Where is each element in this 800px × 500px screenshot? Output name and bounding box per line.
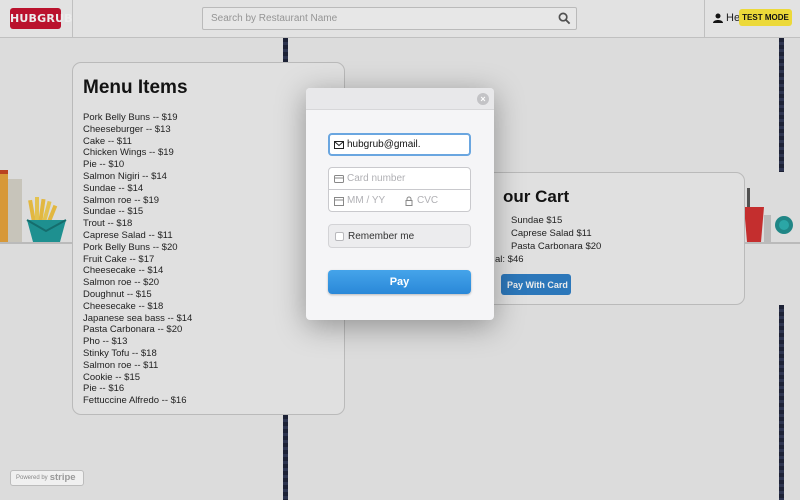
expiry-input[interactable] (347, 190, 397, 211)
remember-me-option[interactable]: Remember me (328, 224, 471, 248)
cvc-field (399, 189, 471, 212)
email-input[interactable] (347, 135, 465, 154)
close-icon[interactable]: × (477, 93, 489, 105)
card-number-field (328, 167, 471, 190)
cvc-input[interactable] (417, 190, 467, 211)
powered-by-label: Powered by (16, 475, 48, 481)
modal-header: × (306, 88, 494, 110)
stripe-wordmark: stripe (49, 472, 76, 483)
email-field (328, 133, 471, 156)
calendar-icon (334, 197, 344, 206)
powered-by-stripe-badge[interactable]: Powered by stripe (10, 470, 84, 486)
envelope-icon (334, 141, 344, 149)
stripe-checkout-modal: × Remember me Pay (306, 88, 494, 320)
card-number-input[interactable] (347, 168, 467, 189)
remember-me-label: Remember me (348, 231, 415, 242)
expiry-field (328, 189, 400, 212)
credit-card-icon (334, 175, 344, 183)
lock-icon (405, 196, 413, 206)
pay-button[interactable]: Pay (328, 270, 471, 294)
remember-me-checkbox[interactable] (335, 232, 344, 241)
